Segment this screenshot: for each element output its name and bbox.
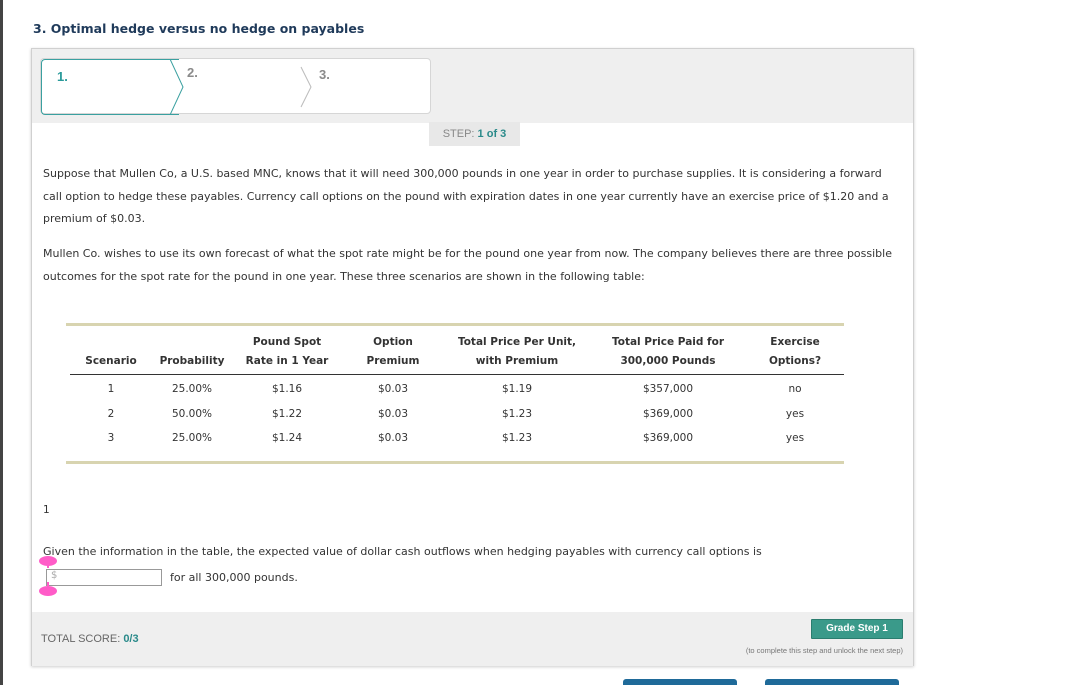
step-tab-1[interactable]: 1.	[41, 59, 179, 115]
step-tab-2-label: 2.	[187, 65, 198, 80]
table-row: 3 25.00% $1.24 $0.03 $1.23 $369,000 yes	[70, 426, 844, 451]
scenario-data-table: Scenario Probability Pound Spot Rate in 1…	[70, 326, 844, 451]
bottom-nav-button-right[interactable]	[765, 679, 899, 685]
table-cell: $1.24	[271, 432, 303, 444]
drag-handle-bottom-icon[interactable]	[39, 586, 57, 596]
header-option-premium: Option Premium	[342, 326, 444, 375]
table-cell: 1	[107, 383, 115, 395]
table-cell: $0.03	[377, 383, 409, 395]
table-cell: $357,000	[642, 383, 694, 395]
step-divider-icon	[300, 66, 312, 108]
table-cell: 50.00%	[171, 407, 213, 420]
panel-footer	[32, 612, 913, 666]
total-score: TOTAL SCORE: 0/3	[41, 633, 139, 645]
table-cell: 25.00%	[171, 432, 213, 444]
answer-suffix: for all 300,000 pounds.	[170, 571, 298, 584]
table-row: 2 50.00% $1.22 $0.03 $1.23 $369,000 yes	[70, 402, 844, 427]
table-cell: $0.03	[377, 432, 409, 444]
drag-handle-stem	[47, 564, 49, 568]
grade-step-button[interactable]: Grade Step 1	[811, 619, 903, 639]
question-text: Given the information in the table, the …	[43, 545, 762, 558]
header-probability: Probability	[152, 326, 232, 375]
step-tab-3-label: 3.	[319, 67, 330, 82]
table-cell: $0.03	[377, 407, 409, 420]
step-tab-3[interactable]: 3.	[319, 59, 419, 115]
grade-step-note: (to complete this step and unlock the ne…	[745, 646, 903, 655]
step-tab-2[interactable]: 2.	[187, 59, 307, 115]
intro-paragraph: Suppose that Mullen Co, a U.S. based MNC…	[43, 167, 889, 225]
forecast-paragraph: Mullen Co. wishes to use its own forecas…	[43, 247, 892, 283]
table-cell: $1.23	[501, 407, 533, 420]
scenario-table: Scenario Probability Pound Spot Rate in 1…	[66, 323, 844, 464]
answer-input[interactable]: $	[46, 569, 162, 586]
window-edge	[0, 0, 3, 685]
step-indicator-prefix: STEP:	[442, 128, 478, 140]
table-cell: $369,000	[642, 432, 694, 444]
header-spot-rate: Pound Spot Rate in 1 Year	[232, 326, 342, 375]
footnote-number: 1	[43, 504, 50, 516]
header-total-price: Total Price Paid for 300,000 Pounds	[590, 326, 746, 375]
question-panel: 1. 2. 3. STEP: 1 of 3 Suppose that Mulle…	[31, 48, 914, 666]
table-cell: yes	[785, 407, 805, 420]
table-row: 1 25.00% $1.16 $0.03 $1.19 $357,000 no	[70, 375, 844, 402]
table-cell: 25.00%	[171, 383, 213, 395]
header-price-per-unit: Total Price Per Unit, with Premium	[444, 326, 590, 375]
total-score-value: 0/3	[123, 633, 139, 645]
table-cell: $1.22	[271, 407, 303, 420]
total-score-label: TOTAL SCORE:	[41, 633, 124, 645]
table-cell: $369,000	[642, 407, 694, 420]
table-cell: 2	[107, 407, 115, 420]
table-cell: $1.19	[501, 383, 533, 395]
step-divider-icon	[169, 59, 184, 115]
table-bottom-rule	[66, 460, 844, 464]
currency-prefix: $	[51, 570, 58, 581]
table-cell: 3	[107, 432, 115, 444]
header-exercise-options: Exercise Options?	[746, 326, 844, 375]
page-title: 3. Optimal hedge versus no hedge on paya…	[33, 21, 365, 36]
step-tab-1-label: 1.	[57, 69, 68, 84]
table-cell: $1.23	[501, 432, 533, 444]
bottom-nav-button-left[interactable]	[623, 679, 737, 685]
step-navigator: 1. 2. 3.	[40, 58, 431, 115]
table-cell: yes	[785, 432, 805, 444]
step-indicator: STEP: 1 of 3	[429, 122, 520, 146]
table-cell: no	[788, 383, 802, 395]
header-scenario: Scenario	[70, 326, 152, 375]
table-cell: $1.16	[271, 383, 303, 395]
step-indicator-current: 1 of 3	[477, 128, 507, 140]
